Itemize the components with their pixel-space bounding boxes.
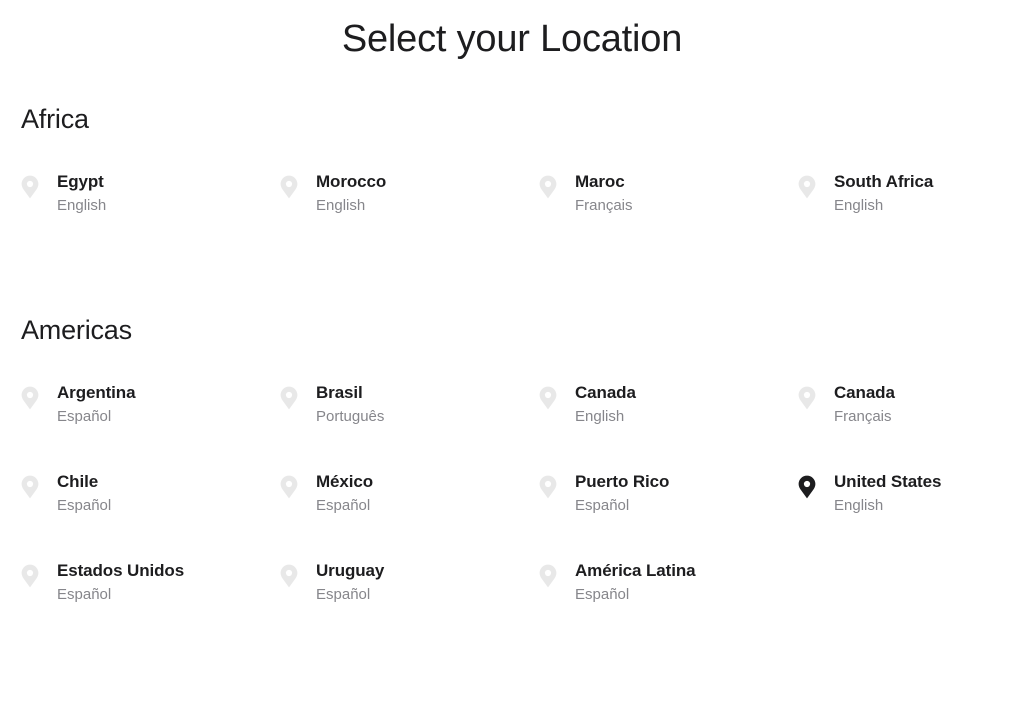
page-title: Select your Location — [341, 18, 683, 60]
locale-option[interactable]: Argentina Español — [21, 382, 280, 471]
locale-language: Español — [57, 586, 112, 603]
map-pin-icon — [539, 471, 575, 499]
locale-text: Canada Français — [834, 382, 895, 428]
locale-option[interactable]: Estados Unidos Español — [21, 560, 280, 649]
locale-language: Español — [575, 497, 630, 514]
locale-text: México Español — [316, 471, 373, 517]
locale-name: México — [316, 472, 374, 491]
locale-language: Español — [316, 586, 371, 603]
locale-language: Português — [316, 408, 385, 425]
locale-text: Estados Unidos Español — [57, 560, 184, 606]
locale-name: Brasil — [316, 383, 363, 402]
locale-text: Chile Español — [57, 471, 111, 517]
locale-name: Argentina — [57, 383, 136, 402]
locale-name: Puerto Rico — [575, 472, 670, 491]
locale-option[interactable]: Uruguay Español — [280, 560, 539, 649]
locale-name: América Latina — [575, 561, 696, 580]
map-pin-icon — [798, 171, 834, 199]
locale-option[interactable]: Egypt English — [21, 171, 280, 260]
map-pin-icon — [539, 171, 575, 199]
section-title-africa: Africa — [21, 104, 89, 134]
locale-language: English — [57, 197, 107, 214]
locale-language: English — [834, 197, 884, 214]
locale-option[interactable]: Canada English — [539, 382, 798, 471]
locale-language: English — [575, 408, 625, 425]
locale-grid-americas: Argentina Español Brasil Português Canada Eng… — [21, 382, 1024, 649]
locale-name: Maroc — [575, 172, 625, 191]
locale-text: Uruguay Español — [316, 560, 384, 606]
locale-language: Español — [316, 497, 371, 514]
section-title-americas: Americas — [21, 315, 132, 345]
locale-language: Français — [575, 197, 633, 214]
locale-name: Estados Unidos — [57, 561, 185, 580]
locale-language: Español — [575, 586, 630, 603]
locale-name: Uruguay — [316, 561, 385, 580]
location-section-americas: Americas Argentina Español Brasil Português C… — [0, 314, 1024, 649]
locale-text: Puerto Rico Español — [575, 471, 669, 517]
locale-text: Maroc Français — [575, 171, 633, 217]
locale-option[interactable]: Puerto Rico Español — [539, 471, 798, 560]
locale-grid-africa: Egypt English Morocco English Maroc Français S… — [21, 171, 1024, 260]
locale-option[interactable]: Brasil Português — [280, 382, 539, 471]
locale-name: South Africa — [834, 172, 934, 191]
map-pin-icon — [280, 471, 316, 499]
locale-option[interactable]: South Africa English — [798, 171, 1024, 260]
map-pin-icon — [21, 560, 57, 588]
locale-name: Canada — [575, 383, 636, 402]
map-pin-icon — [539, 382, 575, 410]
locale-name: Chile — [57, 472, 99, 491]
map-pin-filled-icon — [798, 471, 834, 499]
location-section-africa: Africa Egypt English Morocco English Maroc Fra… — [0, 103, 1024, 260]
locale-option[interactable]: México Español — [280, 471, 539, 560]
locale-option[interactable]: Chile Español — [21, 471, 280, 560]
locale-text: Brasil Português — [316, 382, 384, 428]
locale-text: América Latina Español — [575, 560, 696, 606]
map-pin-icon — [539, 560, 575, 588]
locale-option[interactable]: United States English — [798, 471, 1024, 560]
locale-text: Argentina Español — [57, 382, 136, 428]
map-pin-icon — [21, 471, 57, 499]
location-sections: Africa Egypt English Morocco English Maroc Fra… — [0, 61, 1024, 649]
locale-language: English — [316, 197, 366, 214]
locale-name: Morocco — [316, 172, 387, 191]
map-pin-icon — [798, 382, 834, 410]
locale-language: Español — [57, 408, 112, 425]
locale-option[interactable]: América Latina Español — [539, 560, 798, 649]
locale-name: Canada — [834, 383, 895, 402]
map-pin-icon — [21, 382, 57, 410]
locale-name: Egypt — [57, 172, 104, 191]
locale-language: Español — [57, 497, 112, 514]
locale-text: Egypt English — [57, 171, 106, 217]
map-pin-icon — [280, 560, 316, 588]
locale-text: Morocco English — [316, 171, 386, 217]
map-pin-icon — [280, 382, 316, 410]
locale-text: Canada English — [575, 382, 636, 428]
locale-language: Français — [834, 408, 892, 425]
locale-text: United States English — [834, 471, 941, 517]
locale-language: English — [834, 497, 884, 514]
locale-option[interactable]: Canada Français — [798, 382, 1024, 471]
locale-text: South Africa English — [834, 171, 933, 217]
map-pin-icon — [21, 171, 57, 199]
locale-option[interactable]: Maroc Français — [539, 171, 798, 260]
locale-name: United States — [834, 472, 942, 491]
map-pin-icon — [280, 171, 316, 199]
locale-option[interactable]: Morocco English — [280, 171, 539, 260]
